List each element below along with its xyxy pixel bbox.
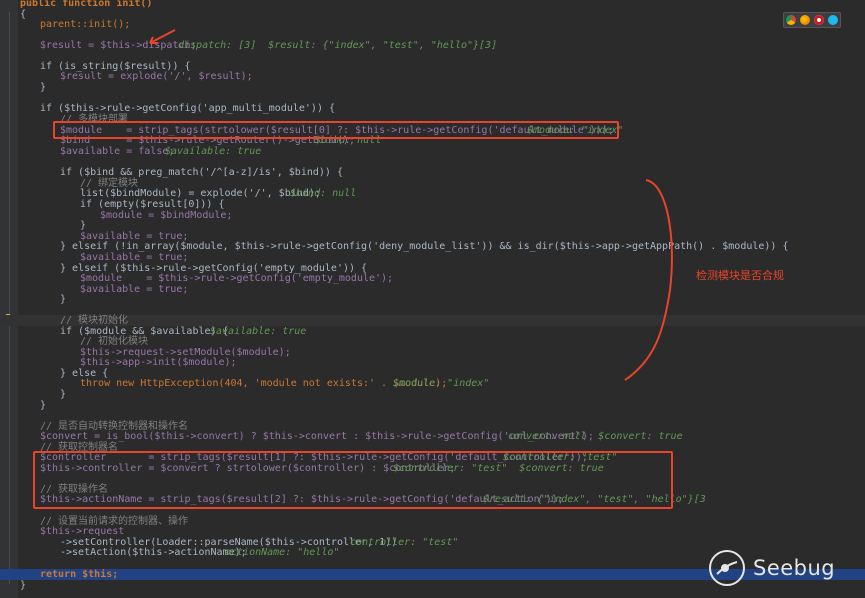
seebug-text: Seebug xyxy=(753,556,836,580)
annotation-label: 检测模块是否合规 xyxy=(696,269,784,282)
annotation-drawings xyxy=(149,29,673,381)
opera-icon[interactable] xyxy=(814,15,824,25)
browser-preview-bar xyxy=(783,12,841,28)
code-editor[interactable]: public function init() { parent::init();… xyxy=(0,0,865,598)
bracket-annotation xyxy=(624,179,673,381)
chrome-icon[interactable] xyxy=(786,15,796,25)
ie-icon[interactable] xyxy=(828,15,838,25)
seebug-watermark: Seebug xyxy=(709,550,849,586)
seebug-logo-icon xyxy=(709,550,745,586)
firefox-icon[interactable] xyxy=(800,15,810,25)
arrow-annotation xyxy=(149,29,176,44)
